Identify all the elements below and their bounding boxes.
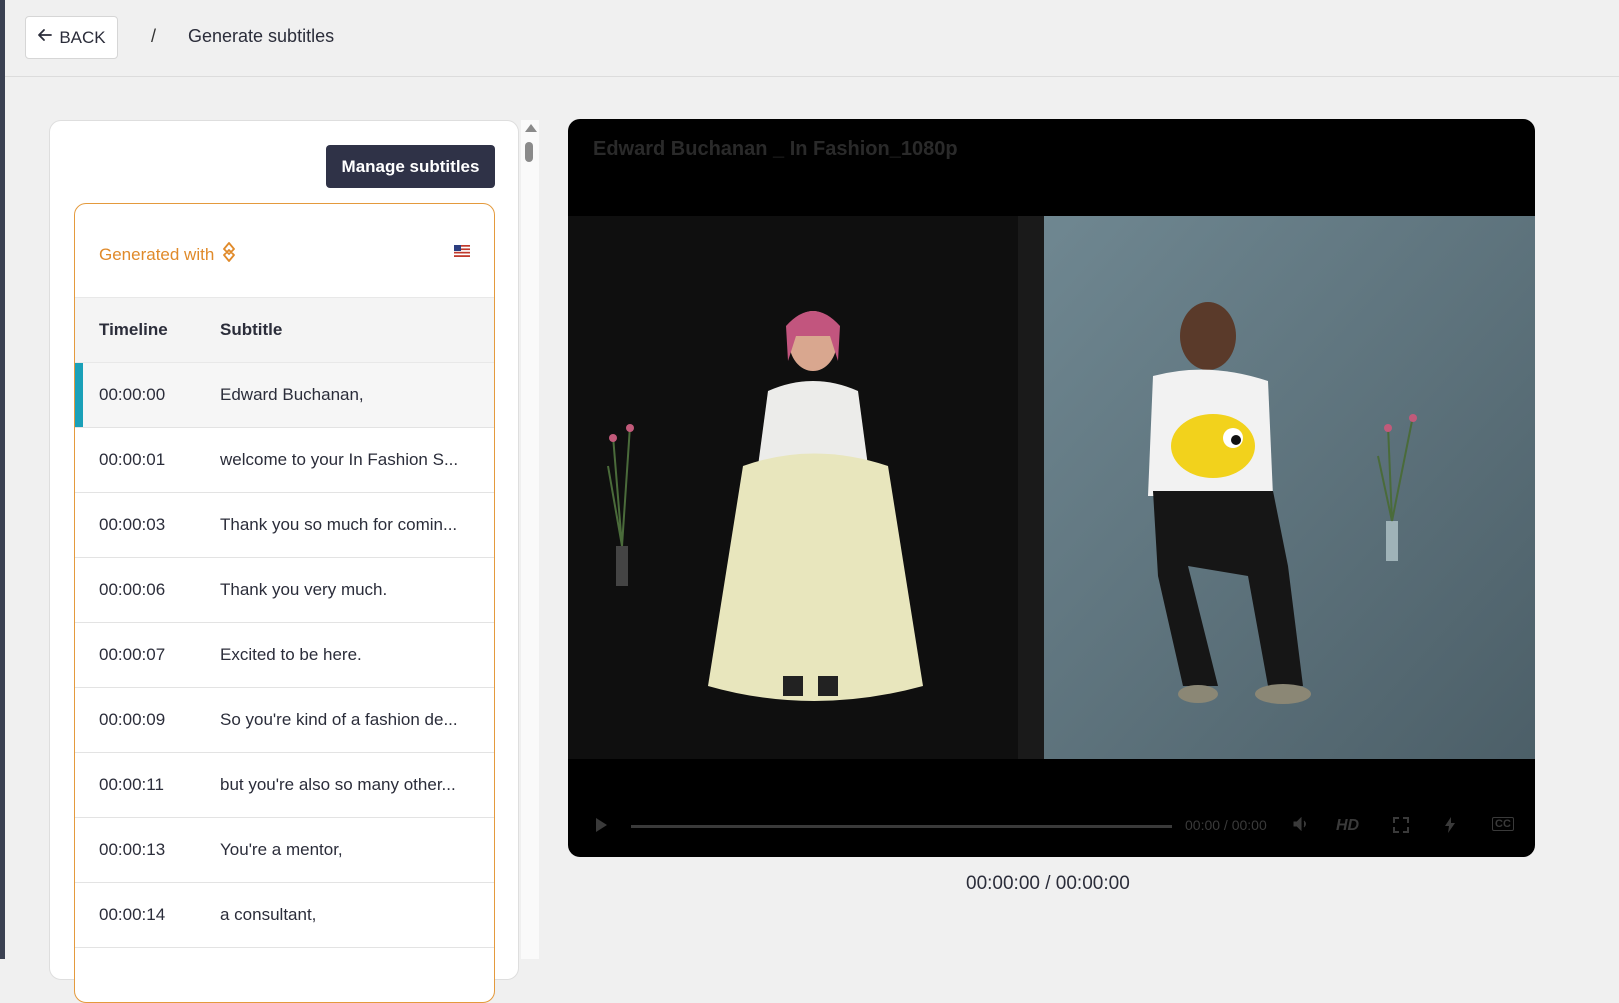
row-time: 00:00:13 <box>99 840 166 859</box>
subtitles-card: Generated with Timeline Subtitle 00:00:0… <box>74 203 495 1003</box>
manage-subtitles-button[interactable]: Manage subtitles <box>326 145 495 188</box>
progress-bar[interactable] <box>631 825 1172 828</box>
row-subtitle: Thank you very much. <box>220 580 388 599</box>
row-time: 00:00:09 <box>99 710 166 729</box>
back-button[interactable]: BACK <box>25 16 118 59</box>
top-bar: BACK / Generate subtitles <box>5 0 1619 77</box>
row-subtitle: Edward Buchanan, <box>220 385 364 404</box>
row-time: 00:00:07 <box>99 645 166 664</box>
subtitles-panel: Manage subtitles Generated with Timeline… <box>49 120 519 1003</box>
lightning-icon[interactable] <box>1445 817 1455 836</box>
us-flag-icon[interactable] <box>454 244 470 257</box>
table-row[interactable]: 00:00:03 Thank you so much for comin... <box>75 493 494 558</box>
row-time: 00:00:00 <box>99 385 166 404</box>
table-row[interactable]: 00:00:00 Edward Buchanan, <box>75 363 494 428</box>
page-title: Generate subtitles <box>188 26 335 46</box>
row-subtitle: Thank you so much for comin... <box>220 515 458 534</box>
fullscreen-icon[interactable] <box>1393 817 1409 836</box>
scroll-thumb[interactable] <box>525 142 533 162</box>
row-subtitle: So you're kind of a fashion de... <box>220 710 458 729</box>
generated-with-label: Generated with <box>99 244 215 264</box>
hd-quality-button[interactable]: HD <box>1336 817 1359 835</box>
table-row[interactable]: 00:00:13 You're a mentor, <box>75 818 494 883</box>
row-time: 00:00:11 <box>99 775 164 794</box>
breadcrumb-separator: / <box>151 26 157 46</box>
row-time: 00:00:03 <box>99 515 166 534</box>
row-time: 00:00:14 <box>99 905 166 924</box>
row-time: 00:00:01 <box>99 450 166 469</box>
left-edge-strip <box>0 0 5 959</box>
row-subtitle: You're a mentor, <box>220 840 343 859</box>
time-display: 00:00:00 / 00:00:00 <box>966 873 1130 894</box>
volume-icon[interactable] <box>1293 816 1309 834</box>
column-header-timeline: Timeline <box>99 320 168 339</box>
subtitle-rows: 00:00:00 Edward Buchanan, 00:00:01 welco… <box>75 363 494 948</box>
captions-button[interactable]: CC <box>1492 817 1514 831</box>
video-frame[interactable] <box>568 216 1535 759</box>
row-subtitle: a consultant, <box>220 905 317 924</box>
generated-with-header: Generated with <box>75 204 494 298</box>
row-time: 00:00:06 <box>99 580 166 599</box>
panel-scrollbar[interactable] <box>521 120 539 959</box>
row-subtitle: Excited to be here. <box>220 645 362 664</box>
table-row[interactable]: 00:00:06 Thank you very much. <box>75 558 494 623</box>
video-player[interactable]: Edward Buchanan _ In Fashion_1080p 00:00… <box>568 119 1535 857</box>
column-header-subtitle: Subtitle <box>220 320 283 339</box>
table-row[interactable]: 00:00:01 welcome to your In Fashion S... <box>75 428 494 493</box>
brand-logo-icon <box>220 241 238 268</box>
table-row[interactable]: 00:00:11 but you're also so many other..… <box>75 753 494 818</box>
scroll-up-arrow-icon[interactable] <box>525 124 537 132</box>
play-icon[interactable] <box>594 817 608 836</box>
table-row[interactable]: 00:00:09 So you're kind of a fashion de.… <box>75 688 494 753</box>
player-controls: 00:00 / 00:00 HD CC <box>568 809 1535 843</box>
back-label: BACK <box>59 27 106 47</box>
video-title: Edward Buchanan _ In Fashion_1080p <box>593 138 958 160</box>
table-row[interactable]: 00:00:14 a consultant, <box>75 883 494 948</box>
control-time-readout: 00:00 / 00:00 <box>1185 817 1267 833</box>
table-row[interactable]: 00:00:07 Excited to be here. <box>75 623 494 688</box>
row-subtitle: welcome to your In Fashion S... <box>220 450 459 469</box>
table-header: Timeline Subtitle <box>75 298 494 363</box>
arrow-left-icon <box>37 27 53 48</box>
row-subtitle: but you're also so many other... <box>220 775 456 794</box>
